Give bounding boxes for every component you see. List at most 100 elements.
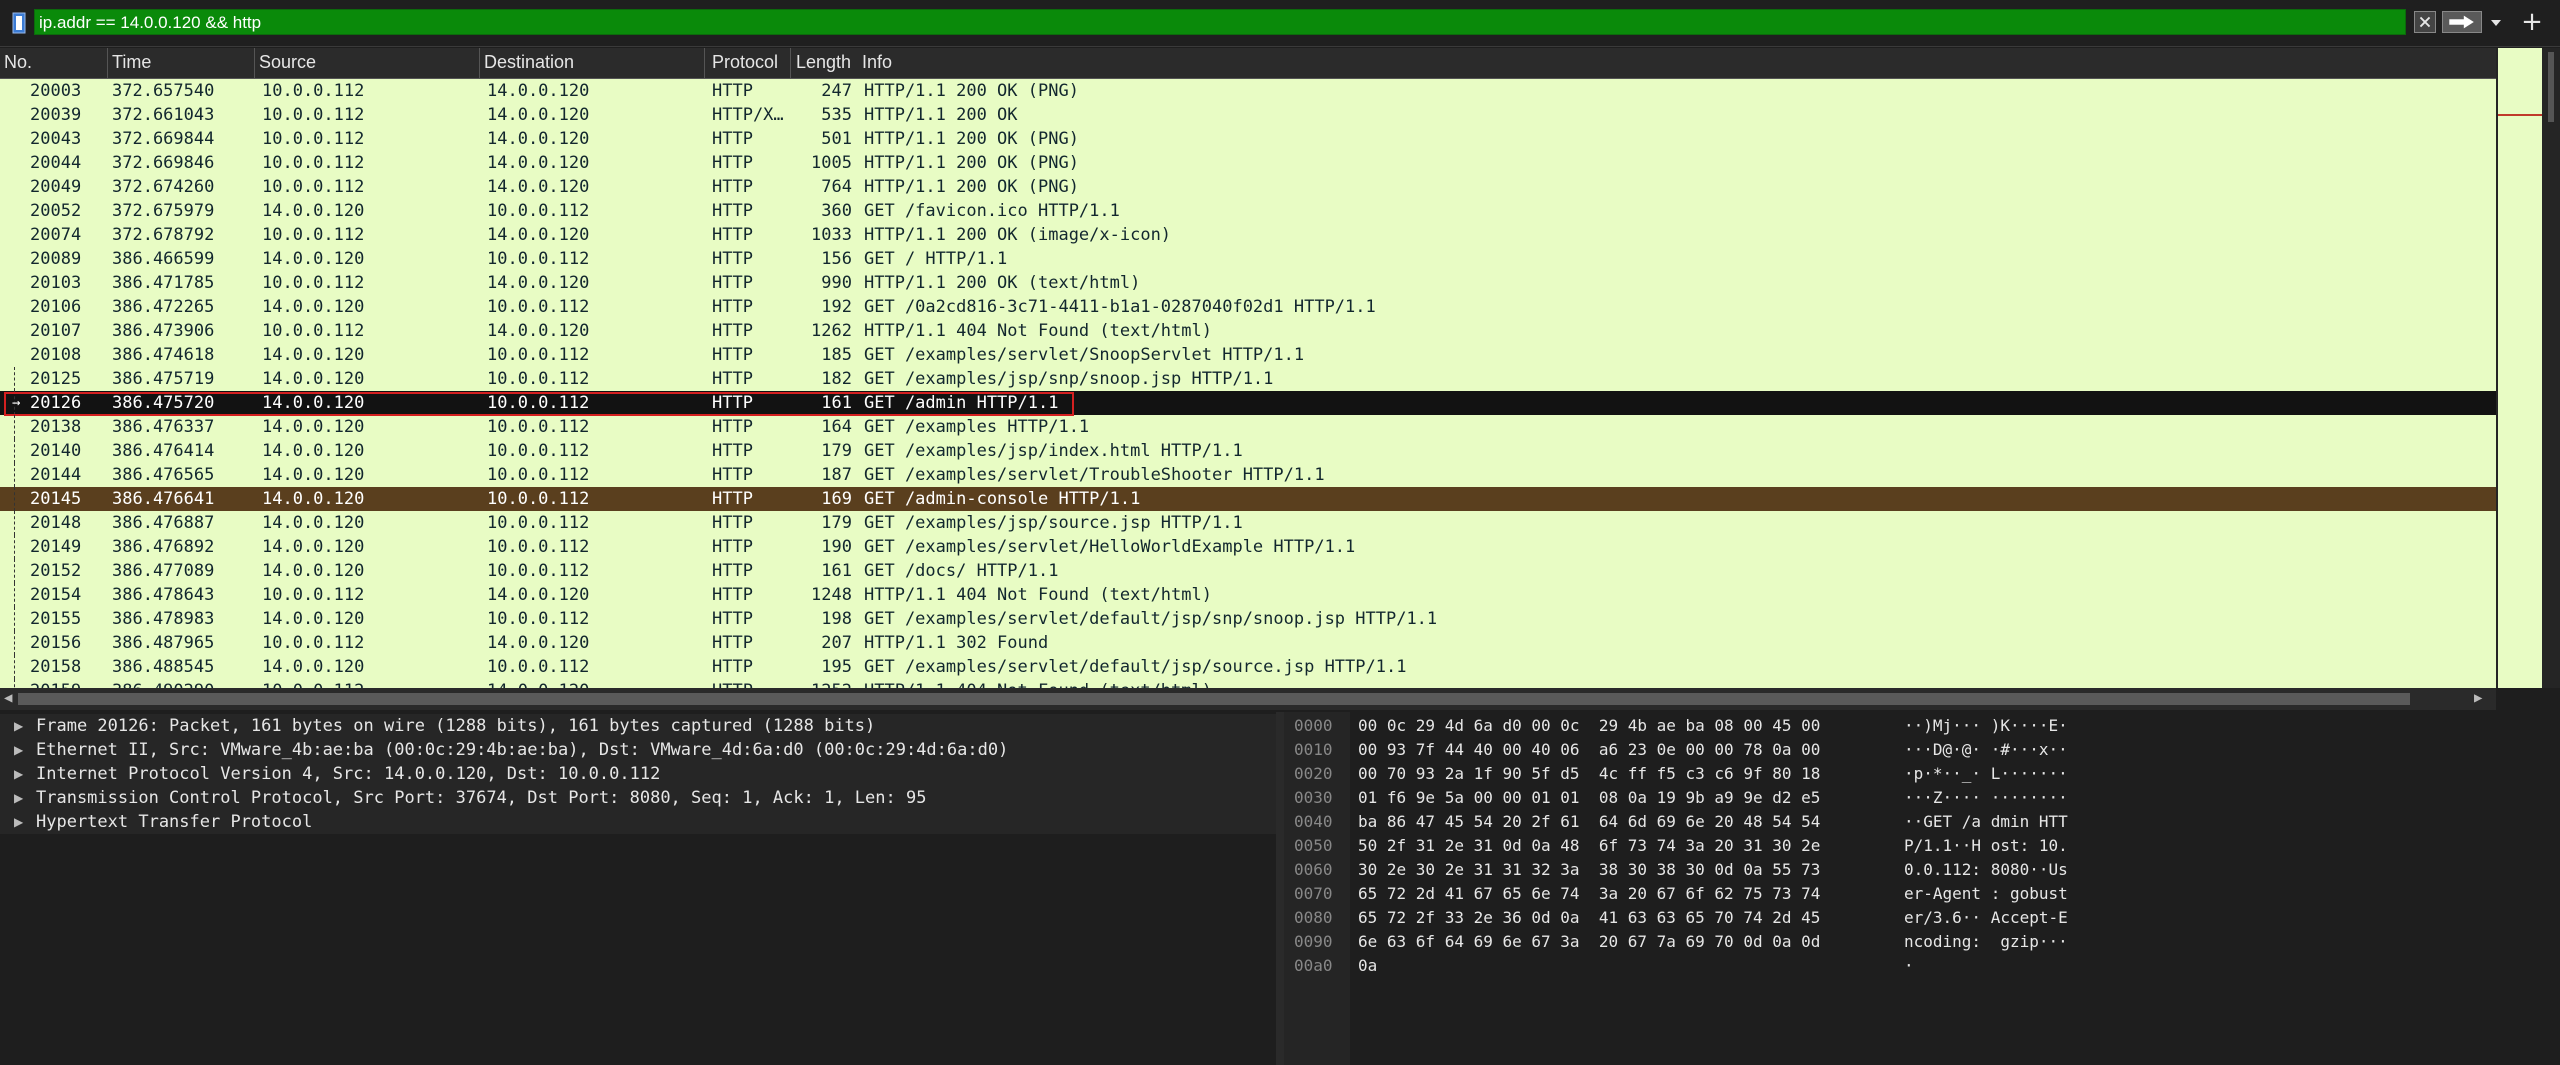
add-filter-button-plus-icon[interactable]: + <box>2518 8 2546 36</box>
packet-protocol: HTTP <box>712 585 753 605</box>
packet-row[interactable]: 20138 386.476337 14.0.0.120 10.0.0.112 HTTP 1… <box>0 415 2496 439</box>
column-header-destination[interactable]: Destination <box>484 52 574 73</box>
packet-row[interactable]: 20089 386.466599 14.0.0.120 10.0.0.112 HTTP 1… <box>0 247 2496 271</box>
vertical-scroll-thumb[interactable] <box>2548 52 2554 122</box>
packet-destination: 14.0.0.120 <box>487 129 590 149</box>
packet-row[interactable]: 20125 386.475719 14.0.0.120 10.0.0.112 HTTP 1… <box>0 367 2496 391</box>
packet-list-minimap[interactable] <box>2498 48 2542 688</box>
column-header-no[interactable]: No. <box>4 52 32 73</box>
packet-protocol: HTTP <box>712 129 753 149</box>
packet-length: 1252 <box>790 679 852 688</box>
packet-row[interactable]: 20103 386.471785 10.0.0.112 14.0.0.120 HTTP 9… <box>0 271 2496 295</box>
packet-row[interactable]: 20154 386.478643 10.0.0.112 14.0.0.120 HTTP 1… <box>0 583 2496 607</box>
horizontal-scroll-thumb[interactable] <box>18 693 2410 705</box>
hex-bytes[interactable]: 6e 63 6f 64 69 6e 67 3a 20 67 7a 69 70 0… <box>1358 930 1820 954</box>
hex-bytes[interactable]: 01 f6 9e 5a 00 00 01 01 08 0a 19 9b a9 9… <box>1358 786 1820 810</box>
hex-bytes[interactable]: 65 72 2d 41 67 65 6e 74 3a 20 67 6f 62 7… <box>1358 882 1820 906</box>
apply-filter-button[interactable] <box>2442 11 2482 33</box>
packet-row[interactable]: 20106 386.472265 14.0.0.120 10.0.0.112 HTTP 1… <box>0 295 2496 319</box>
hex-bytes[interactable]: 65 72 2f 33 2e 36 0d 0a 41 63 63 65 70 7… <box>1358 906 1820 930</box>
packet-row[interactable]: 20152 386.477089 14.0.0.120 10.0.0.112 HTTP 1… <box>0 559 2496 583</box>
ascii-bytes[interactable]: er-Agent : gobust <box>1904 882 2068 906</box>
packet-row[interactable]: 20140 386.476414 14.0.0.120 10.0.0.112 HTTP 1… <box>0 439 2496 463</box>
packet-row[interactable]: 20003 372.657540 10.0.0.112 14.0.0.120 HTTP 2… <box>0 79 2496 103</box>
column-header-info[interactable]: Info <box>862 52 892 73</box>
column-header-source[interactable]: Source <box>259 52 316 73</box>
packet-info: GET /examples/servlet/TroubleShooter HTT… <box>864 465 1325 485</box>
packet-row[interactable]: 20148 386.476887 14.0.0.120 10.0.0.112 HTTP 1… <box>0 511 2496 535</box>
packet-row[interactable]: 20108 386.474618 14.0.0.120 10.0.0.112 HTTP 1… <box>0 343 2496 367</box>
ascii-bytes[interactable]: ·p·*··_· L······· <box>1904 762 2068 786</box>
packet-info: GET /examples/servlet/SnoopServlet HTTP/… <box>864 345 1305 365</box>
packet-row[interactable]: 20043 372.669844 10.0.0.112 14.0.0.120 HTTP 5… <box>0 127 2496 151</box>
recent-filters-dropdown-icon[interactable] <box>2486 11 2506 33</box>
expand-arrow-icon[interactable]: ▶ <box>14 786 23 810</box>
ascii-bytes[interactable]: ··)Mj··· )K····E· <box>1904 714 2068 738</box>
packet-source: 14.0.0.120 <box>262 201 365 221</box>
packet-row[interactable]: 20039 372.661043 10.0.0.112 14.0.0.120 HTTP/… <box>0 103 2496 127</box>
packet-row[interactable]: 20052 372.675979 14.0.0.120 10.0.0.112 HTTP 3… <box>0 199 2496 223</box>
detail-tree-item[interactable]: ▶ Hypertext Transfer Protocol <box>0 810 1276 834</box>
packet-bytes-pane: 0000 0010 0020 0030 0040 0050 0060 0070 0080 0090… <box>1284 712 2560 1065</box>
ascii-bytes[interactable]: er/3.6·· Accept-E <box>1904 906 2068 930</box>
packet-source: 14.0.0.120 <box>262 609 365 629</box>
scroll-left-arrow-icon[interactable]: ◀ <box>4 690 12 706</box>
packet-list[interactable]: No. Time Source Destination Protocol Len… <box>0 48 2496 688</box>
packet-destination: 14.0.0.120 <box>487 177 590 197</box>
expand-arrow-icon[interactable]: ▶ <box>14 810 23 834</box>
bookmark-icon[interactable] <box>12 12 26 34</box>
detail-tree-item[interactable]: ▶ Frame 20126: Packet, 161 bytes on wire … <box>0 714 1276 738</box>
byte-offset: 0000 <box>1294 716 1333 735</box>
ascii-bytes[interactable]: ···Z···· ········ <box>1904 786 2068 810</box>
packet-row[interactable]: 20145 386.476641 14.0.0.120 10.0.0.112 HTTP 1… <box>0 487 2496 511</box>
detail-tree-item[interactable]: ▶ Ethernet II, Src: VMware_4b:ae:ba (00:0… <box>0 738 1276 762</box>
hex-bytes[interactable]: ba 86 47 45 54 20 2f 61 64 6d 69 6e 20 4… <box>1358 810 1820 834</box>
ascii-bytes[interactable]: ncoding: gzip··· <box>1904 930 2068 954</box>
packet-row[interactable]: 20126 386.475720 14.0.0.120 10.0.0.112 HTTP 1… <box>0 391 2496 416</box>
hex-bytes[interactable]: 00 70 93 2a 1f 90 5f d5 4c ff f5 c3 c6 9… <box>1358 762 1820 786</box>
packet-row[interactable]: 20044 372.669846 10.0.0.112 14.0.0.120 HTTP 1… <box>0 151 2496 175</box>
packet-length: 156 <box>821 249 852 269</box>
packet-row[interactable]: 20156 386.487965 10.0.0.112 14.0.0.120 HTTP 2… <box>0 631 2496 655</box>
byte-offset: 0060 <box>1294 860 1333 879</box>
hex-bytes[interactable]: 00 93 7f 44 40 00 40 06 a6 23 0e 00 00 7… <box>1358 738 1820 762</box>
detail-tree-item[interactable]: ▶ Transmission Control Protocol, Src Port… <box>0 786 1276 810</box>
packet-source: 10.0.0.112 <box>262 321 365 341</box>
detail-tree-item[interactable]: ▶ Internet Protocol Version 4, Src: 14.0.… <box>0 762 1276 786</box>
ascii-bytes[interactable]: ··GET /a dmin HTT <box>1904 810 2068 834</box>
column-header-length[interactable]: Length <box>796 52 851 73</box>
hex-bytes[interactable]: 30 2e 30 2e 31 31 32 3a 38 30 38 30 0d 0… <box>1358 858 1820 882</box>
scroll-right-arrow-icon[interactable]: ▶ <box>2474 690 2482 706</box>
column-header-time[interactable]: Time <box>112 52 151 73</box>
packet-time: 386.473906 <box>112 321 215 341</box>
ascii-bytes[interactable]: · <box>1904 954 1914 978</box>
pane-splitter[interactable] <box>1276 712 1284 1065</box>
packet-row[interactable]: 20144 386.476565 14.0.0.120 10.0.0.112 HTTP 1… <box>0 463 2496 487</box>
packet-row[interactable]: 20049 372.674260 10.0.0.112 14.0.0.120 HTTP 7… <box>0 175 2496 199</box>
clear-filter-button[interactable] <box>2414 11 2436 33</box>
packet-source: 14.0.0.120 <box>262 393 365 413</box>
packet-row[interactable]: 20159386.49029010.0.0.11214.0.0.120HTTP1… <box>0 679 2496 688</box>
packet-row[interactable]: 20149 386.476892 14.0.0.120 10.0.0.112 HTTP 1… <box>0 535 2496 559</box>
ascii-bytes[interactable]: P/1.1··H ost: 10. <box>1904 834 2068 858</box>
ascii-bytes[interactable]: 0.0.112: 8080··Us <box>1904 858 2068 882</box>
packet-row[interactable]: 20107 386.473906 10.0.0.112 14.0.0.120 HTTP 1… <box>0 319 2496 343</box>
expand-arrow-icon[interactable]: ▶ <box>14 714 23 738</box>
hex-bytes[interactable]: 0a <box>1358 954 1377 978</box>
hex-bytes[interactable]: 50 2f 31 2e 31 0d 0a 48 6f 73 74 3a 20 3… <box>1358 834 1820 858</box>
expand-arrow-icon[interactable]: ▶ <box>14 762 23 786</box>
packet-row[interactable]: 20155 386.478983 14.0.0.120 10.0.0.112 HTTP 1… <box>0 607 2496 631</box>
hex-bytes[interactable]: 00 0c 29 4d 6a d0 00 0c 29 4b ae ba 08 0… <box>1358 714 1820 738</box>
packet-time: 386.476414 <box>112 441 215 461</box>
packet-row[interactable]: 20158 386.488545 14.0.0.120 10.0.0.112 HTTP 1… <box>0 655 2496 679</box>
ascii-bytes[interactable]: ···D@·@· ·#···x·· <box>1904 738 2068 762</box>
packet-protocol: HTTP <box>712 369 753 389</box>
packet-list-horizontal-scrollbar[interactable]: ◀ ▶ <box>0 688 2496 710</box>
packet-destination: 14.0.0.120 <box>487 679 589 688</box>
expand-arrow-icon[interactable]: ▶ <box>14 738 23 762</box>
packet-time: 386.478983 <box>112 609 215 629</box>
packet-protocol: HTTP <box>712 609 753 629</box>
display-filter-input[interactable]: ip.addr == 14.0.0.120 && http <box>34 9 2406 35</box>
column-header-protocol[interactable]: Protocol <box>712 52 778 73</box>
packet-row[interactable]: 20074 372.678792 10.0.0.112 14.0.0.120 HTTP 1… <box>0 223 2496 247</box>
